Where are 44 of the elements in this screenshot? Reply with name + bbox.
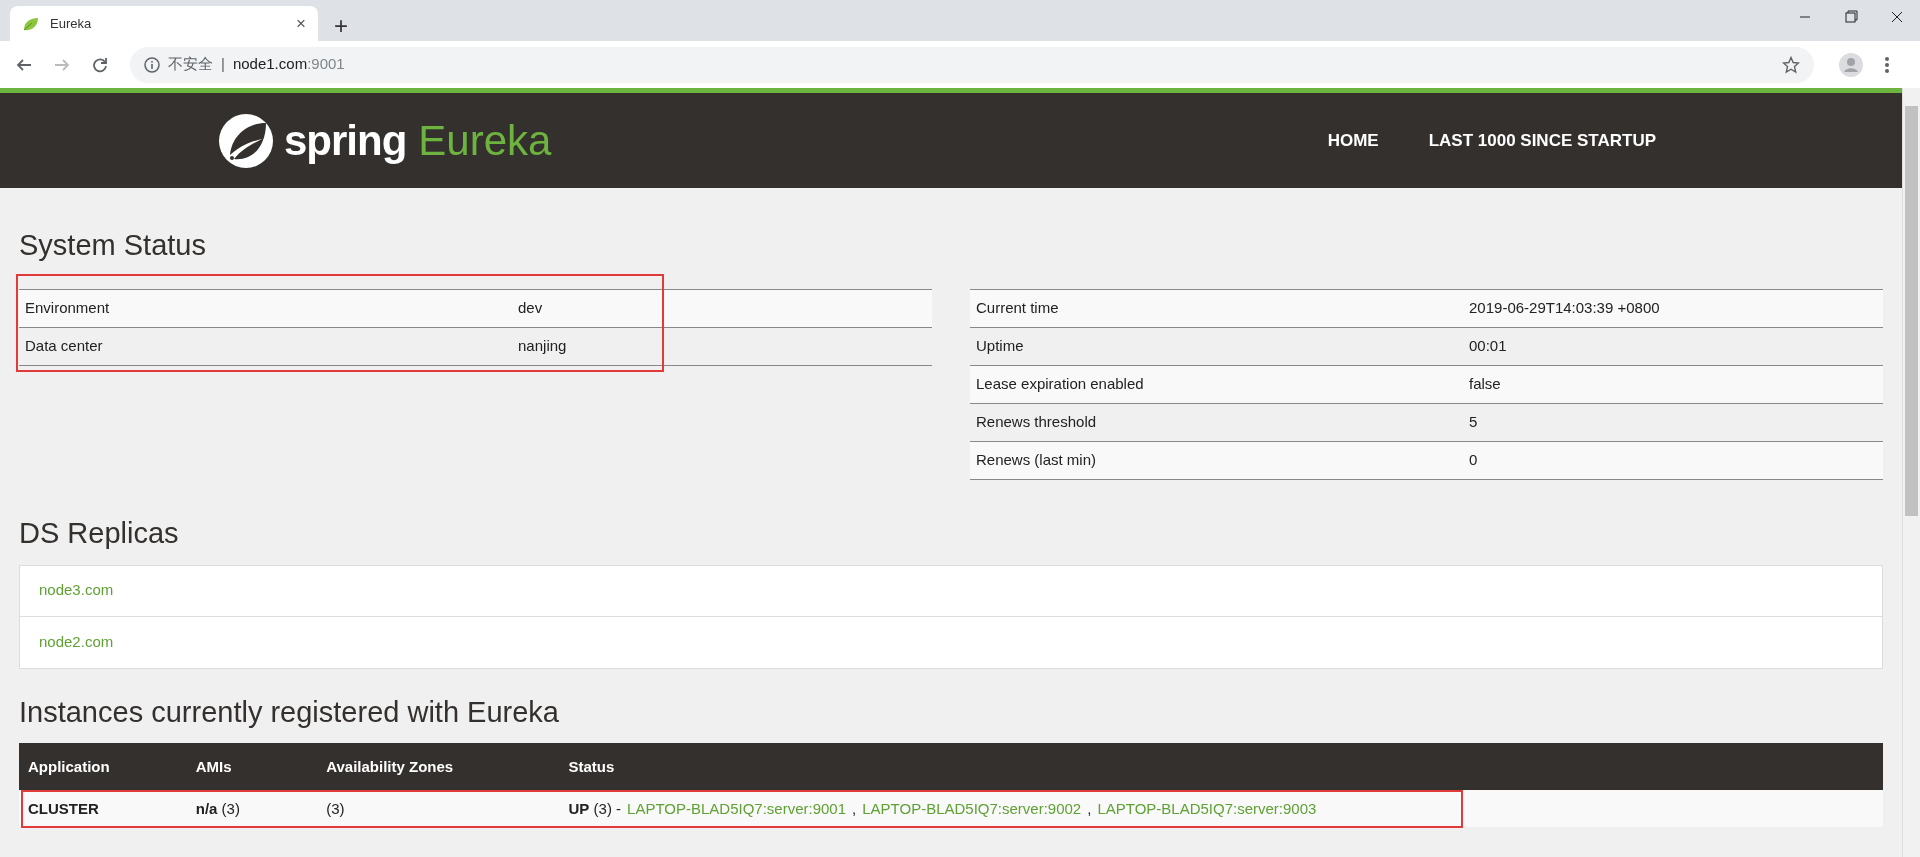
nav-link[interactable]: LAST 1000 SINCE STARTUP [1428, 127, 1656, 154]
menu-icon[interactable] [1884, 55, 1890, 74]
status-label: Environment [19, 289, 512, 328]
brand-name: spring [284, 116, 407, 166]
address-bar[interactable]: 不安全 | node1.com:9001 [130, 46, 1814, 83]
leaf-icon [22, 15, 40, 32]
star-icon[interactable] [1782, 55, 1800, 74]
url-port: :9001 [307, 54, 345, 75]
tab-title: Eureka [50, 14, 93, 33]
nav-link[interactable]: HOME [1327, 127, 1379, 154]
back-arrow-icon[interactable] [16, 56, 32, 73]
spring-leaf-logo [218, 112, 274, 169]
link-separator: , [852, 798, 857, 819]
status-value: 0 [1463, 441, 1883, 480]
info-icon[interactable] [144, 56, 160, 73]
application-name: CLUSTER [28, 799, 99, 817]
column-header: Status [559, 743, 1883, 791]
section-title: Instances currently registered with Eureka [19, 694, 560, 730]
status-value: 2019-06-29T14:03:39 +0800 [1463, 289, 1883, 328]
status-label: Lease expiration enabled [970, 365, 1463, 404]
browser-tab[interactable]: Eureka × [10, 6, 318, 41]
section-title: System Status [19, 228, 207, 263]
status-value: nanjing [512, 327, 932, 366]
url-host: node1.com [232, 54, 308, 75]
column-header: Availability Zones [317, 743, 560, 791]
column-header: Application [19, 743, 187, 791]
column-header: AMIs [186, 743, 318, 791]
address-divider: | [221, 54, 225, 75]
product-name: Eureka [418, 116, 552, 166]
security-label: 不安全 [168, 54, 213, 75]
ami-count: n/a (3) [195, 799, 240, 817]
new-tab-button[interactable]: + [334, 14, 348, 38]
status-label: Current time [970, 289, 1463, 328]
instance-status: UP (3) - [568, 798, 622, 819]
avatar-icon[interactable] [1838, 51, 1864, 78]
status-label: Renews (last min) [970, 441, 1463, 480]
reload-icon[interactable] [92, 56, 108, 73]
section-title: DS Replicas [19, 515, 180, 551]
link-separator: , [1087, 798, 1092, 819]
zone-count: (3) [326, 799, 345, 817]
status-label: Data center [19, 327, 512, 366]
status-value: false [1463, 365, 1883, 404]
close-tab-button[interactable]: × [296, 15, 306, 32]
status-value: dev [512, 289, 932, 328]
